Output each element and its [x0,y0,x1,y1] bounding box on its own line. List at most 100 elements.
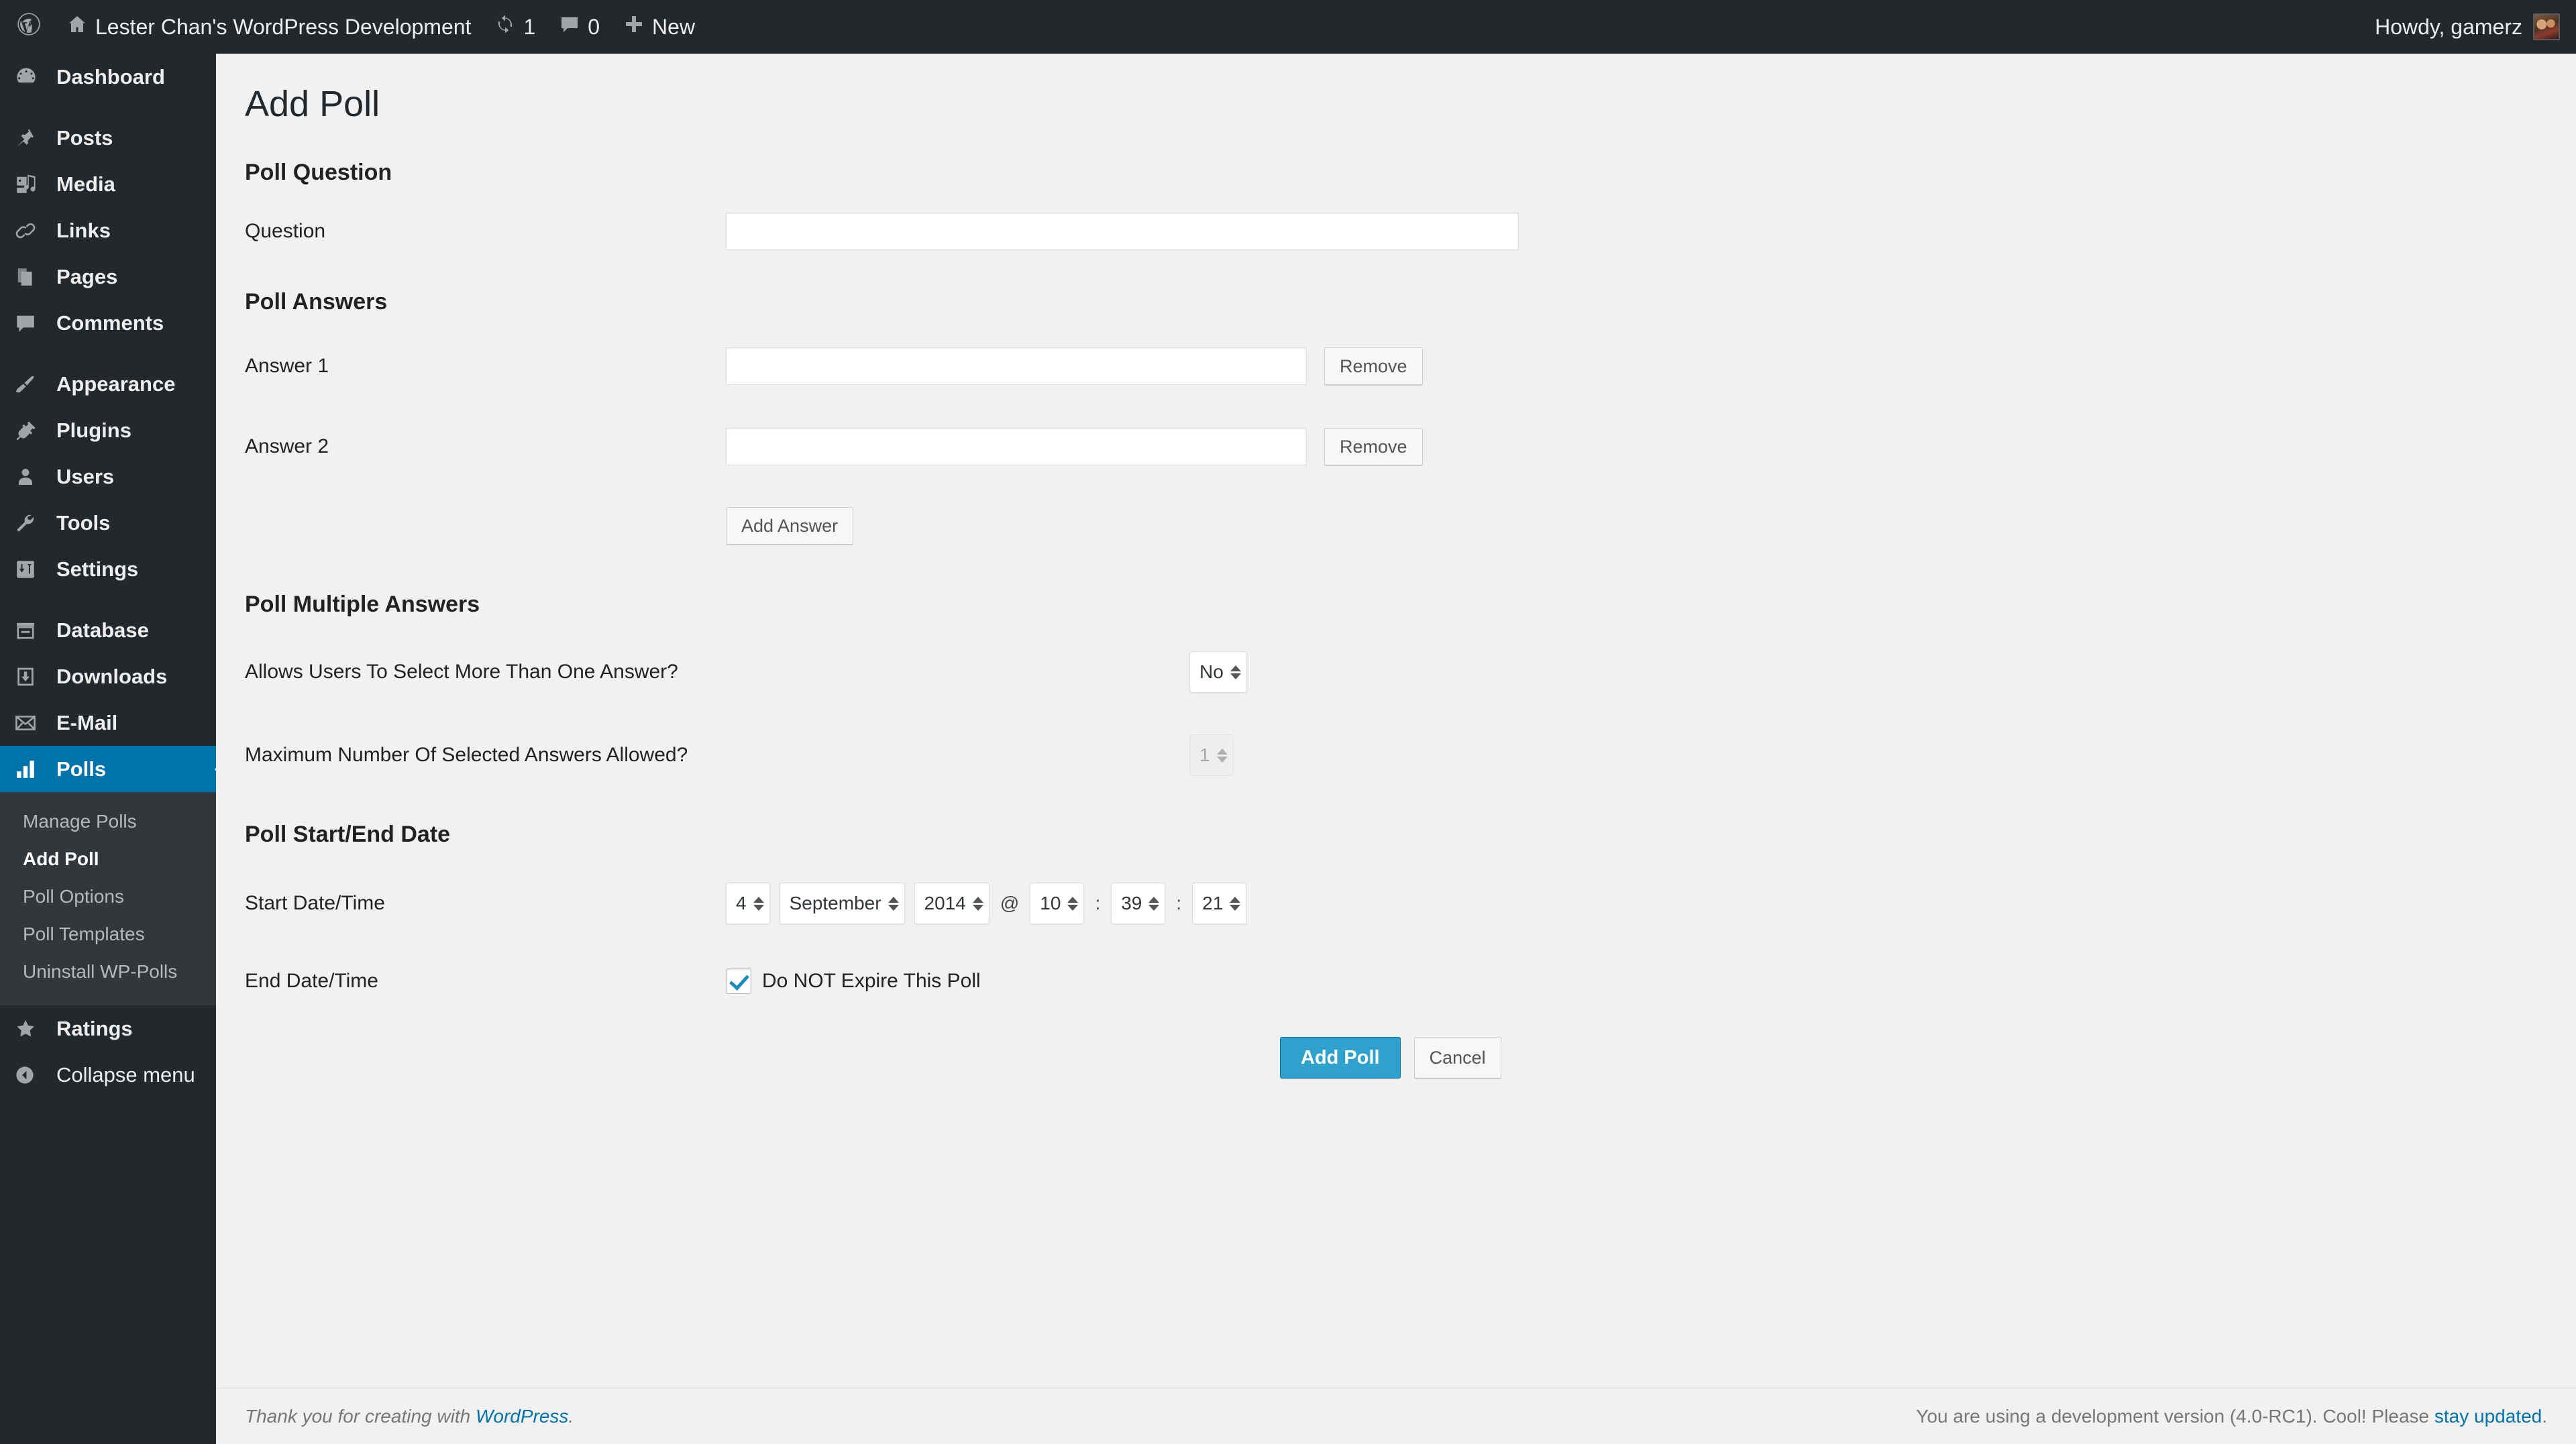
wordpress-link[interactable]: WordPress [476,1406,568,1427]
add-poll-button[interactable]: Add Poll [1280,1037,1401,1079]
allow-multiple-select[interactable]: No [1189,651,1247,693]
question-label: Question [245,220,326,243]
sidebar-item-label: Polls [56,757,107,781]
star-icon [15,1018,47,1040]
sidebar-item-database[interactable]: Database [0,607,216,653]
site-name: Lester Chan's WordPress Development [95,14,472,39]
answer-1-input[interactable] [726,347,1307,386]
sidebar-item-media[interactable]: Media [0,161,216,207]
footer-credit-text: Thank you for creating with [245,1405,476,1427]
collapse-menu-label: Collapse menu [56,1062,195,1087]
chevron-updown-icon [1148,896,1160,911]
start-hour-value: 10 [1040,893,1061,914]
updates-icon [495,14,515,40]
sidebar-item-label: Database [56,618,149,642]
new-content-menu[interactable]: New [612,0,707,54]
sidebar-item-label: Links [56,218,111,242]
envelope-icon [15,712,47,734]
page-title: Add Poll [245,84,380,124]
answer-2-input[interactable] [726,428,1307,466]
link-icon [15,220,47,241]
no-expire-group: Do NOT Expire This Poll [726,968,981,995]
sidebar-item-pages[interactable]: Pages [0,254,216,300]
end-date-row: End Date/Time Do NOT Expire This Poll [216,924,2576,995]
start-date-controls: 4 September 2014 @ 10 : 39 : 21 [726,883,1247,925]
sidebar-item-downloads[interactable]: Downloads [0,653,216,700]
submenu-item-uninstall-wp-polls[interactable]: Uninstall WP-Polls [0,953,216,991]
download-icon [15,666,47,687]
chevron-updown-icon [1067,896,1079,911]
sidebar-separator [0,346,216,361]
submenu-item-add-poll[interactable]: Add Poll [0,840,216,878]
footer-credit: Thank you for creating with WordPress. [245,1406,574,1427]
pin-icon [15,127,47,149]
sidebar-item-comments[interactable]: Comments [0,300,216,346]
remove-answer-1-button[interactable]: Remove [1324,347,1423,386]
collapse-menu-button[interactable]: Collapse menu [0,1052,216,1098]
chevron-updown-icon [1230,896,1241,911]
max-answers-select[interactable]: 1 [1189,734,1234,777]
polls-submenu: Manage Polls Add Poll Poll Options Poll … [0,792,216,1005]
sidebar-item-polls[interactable]: Polls [0,746,227,792]
add-answer-button[interactable]: Add Answer [726,507,854,545]
submenu-item-poll-options[interactable]: Poll Options [0,878,216,915]
sidebar-item-ratings[interactable]: Ratings [0,1005,216,1052]
comments-menu[interactable]: 0 [547,0,612,54]
howdy-greeting[interactable]: Howdy, gamerz [2375,15,2522,40]
chevron-left-circle-icon [15,1065,47,1085]
avatar[interactable] [2533,13,2560,40]
wp-logo-menu[interactable] [0,0,55,54]
section-heading-poll-answers: Poll Answers [245,289,388,315]
comment-bubble-icon [559,14,580,40]
submenu-item-poll-templates[interactable]: Poll Templates [0,915,216,953]
chevron-updown-icon [1216,748,1228,763]
wrench-icon [15,512,47,534]
add-answer-row: Add Answer [216,465,2576,545]
allow-multiple-row: Allows Users To Select More Than One Ans… [216,618,2576,693]
sidebar-item-email[interactable]: E-Mail [0,700,216,746]
chevron-updown-icon [1230,665,1241,679]
sidebar-item-settings[interactable]: Settings [0,546,216,592]
start-month-select[interactable]: September [779,883,905,925]
sidebar-item-links[interactable]: Links [0,207,216,254]
max-answers-label: Maximum Number Of Selected Answers Allow… [245,744,688,767]
sidebar-item-users[interactable]: Users [0,453,216,500]
start-year-select[interactable]: 2014 [914,883,989,925]
max-answers-value: 1 [1199,744,1210,766]
bar-chart-icon [15,759,47,780]
start-day-select[interactable]: 4 [726,883,770,925]
sidebar-item-posts[interactable]: Posts [0,115,216,161]
chevron-updown-icon [972,896,983,911]
do-not-expire-checkbox[interactable] [726,968,751,995]
sidebar-item-label: Settings [56,557,139,581]
site-name-menu[interactable]: Lester Chan's WordPress Development [55,0,483,54]
section-heading-poll-question: Poll Question [245,160,392,186]
sidebar-item-tools[interactable]: Tools [0,500,216,546]
sidebar-item-label: Appearance [56,372,176,396]
start-second-select[interactable]: 21 [1192,883,1247,925]
sidebar-item-plugins[interactable]: Plugins [0,407,216,453]
updates-count: 1 [523,14,536,39]
answer-row: Answer 2 Remove [216,385,2576,466]
sidebar-item-label: E-Mail [56,710,118,734]
media-icon [15,174,47,195]
database-icon [15,620,47,641]
section-heading-poll-start-end-date: Poll Start/End Date [245,822,451,848]
submenu-item-manage-polls[interactable]: Manage Polls [0,803,216,840]
comment-bubble-icon [15,313,47,334]
remove-answer-2-button[interactable]: Remove [1324,428,1423,466]
comments-count: 0 [588,14,600,39]
stay-updated-link[interactable]: stay updated [2434,1406,2542,1427]
cancel-button[interactable]: Cancel [1413,1037,1501,1079]
do-not-expire-label[interactable]: Do NOT Expire This Poll [762,970,981,993]
admin-footer: Thank you for creating with WordPress. Y… [216,1388,2576,1444]
start-minute-select[interactable]: 39 [1111,883,1166,925]
question-input[interactable] [726,213,1519,251]
sidebar-item-appearance[interactable]: Appearance [0,361,216,407]
sidebar-item-dashboard[interactable]: Dashboard [0,54,216,100]
form-actions-row: Add Poll Cancel [216,994,2576,1079]
start-hour-select[interactable]: 10 [1030,883,1085,925]
wordpress-logo-icon [17,13,40,41]
sidebar-item-label: Pages [56,264,118,288]
updates-menu[interactable]: 1 [483,0,547,54]
